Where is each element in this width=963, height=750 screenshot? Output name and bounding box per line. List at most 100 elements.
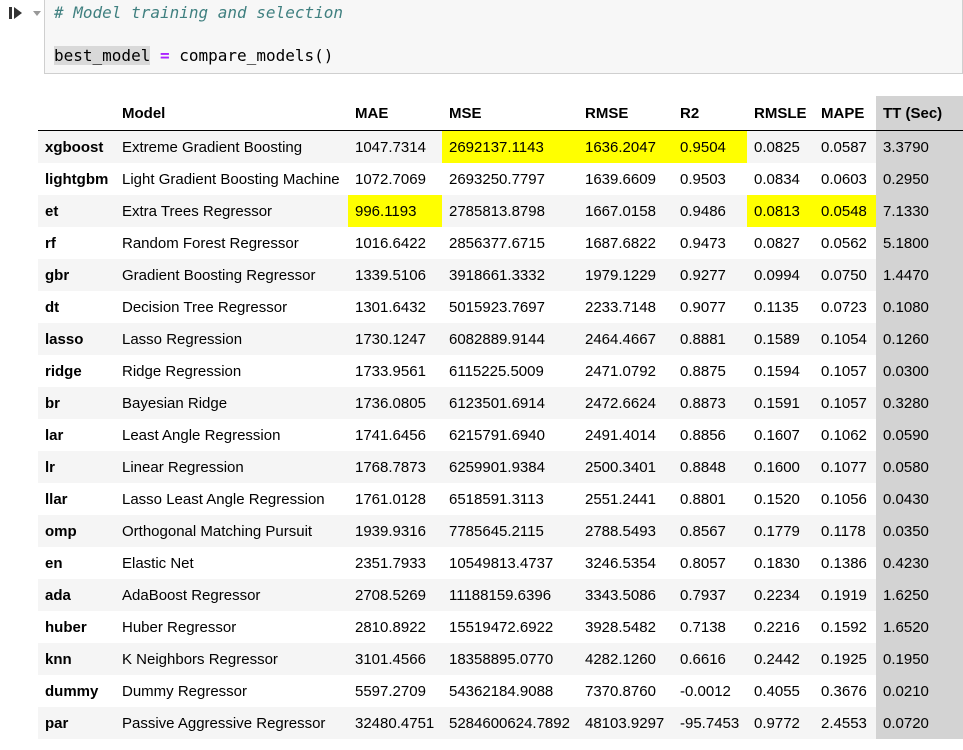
metric-cell: 0.0994 [747, 259, 814, 291]
model-name-cell: Least Angle Regression [122, 426, 281, 444]
table-row: llar Lasso Least Angle Regression 1761.012… [38, 483, 963, 515]
model-name-cell: Orthogonal Matching Pursuit [115, 515, 348, 547]
model-name-cell: Ridge Regression [122, 362, 242, 380]
metric-cell: 11188159.6396 [442, 579, 578, 611]
metric-cell: 0.6616 [673, 643, 747, 675]
row-index: llar [45, 490, 68, 508]
metric-cell: 1.6250 [876, 579, 963, 611]
metric-cell: 0.8875 [680, 362, 726, 380]
code-editor[interactable]: # Model training and selection best_mode… [44, 0, 963, 74]
metric-cell: 2464.4667 [578, 323, 673, 355]
table-row: lasso Lasso Regression 1730.1247 6082889.91… [38, 323, 963, 355]
row-index: en [45, 554, 63, 572]
table-row: lightgbm Light Gradient Boosting Machine 1… [38, 163, 963, 195]
metric-cell: 0.1950 [876, 643, 963, 675]
model-name-cell: Lasso Regression [115, 323, 348, 355]
metric-cell: 1733.9561 [355, 362, 426, 380]
metric-cell: 2810.8922 [355, 618, 426, 636]
metric-cell: 0.1386 [821, 554, 867, 572]
metric-cell: 1636.2047 [578, 130, 673, 163]
metric-cell: 0.8856 [680, 426, 726, 444]
table-row: ada AdaBoost Regressor 2708.5269 11188159.6… [38, 579, 963, 611]
metric-cell: 0.2216 [754, 618, 800, 636]
metric-cell: 18358895.0770 [442, 643, 578, 675]
metric-cell: 0.7138 [680, 618, 726, 636]
metric-cell: 1761.0128 [355, 490, 426, 508]
metric-cell: 0.3676 [821, 682, 867, 700]
column-header: MAE [348, 96, 442, 131]
metric-cell: 2.4553 [814, 707, 876, 739]
column-header: Model [115, 96, 348, 131]
metric-cell: -0.0012 [680, 682, 731, 700]
metric-cell: 0.9503 [680, 170, 726, 188]
table-row: dt Decision Tree Regressor 1301.6432 501592… [38, 291, 963, 323]
row-index: lr [38, 451, 115, 483]
cell-output: Model MAE MSE RMSE R2 RMSLE MAPE TT (Sec) xgboo… [38, 96, 963, 739]
column-header: TT (Sec) [876, 96, 963, 131]
row-index: et [38, 195, 115, 227]
code-comment: # Model training and selection [54, 3, 343, 22]
table-row: ridge Ridge Regression 1733.9561 6115225.50… [38, 355, 963, 387]
table-row: gbr Gradient Boosting Regressor 1339.5106 3… [38, 259, 963, 291]
metric-cell: 0.8057 [680, 554, 726, 572]
metric-cell: 0.1592 [821, 618, 867, 636]
metric-cell: 2693250.7797 [449, 170, 545, 188]
metric-cell: -95.7453 [673, 707, 747, 739]
metric-cell: 0.1520 [754, 490, 800, 508]
run-cell-icon[interactable] [9, 6, 23, 20]
model-name-cell: Random Forest Regressor [122, 234, 299, 252]
metric-cell: 0.9077 [680, 298, 726, 316]
metric-cell: 0.9473 [680, 234, 726, 252]
table-row: lr Linear Regression 1768.7873 6259901.9384… [38, 451, 963, 483]
model-name-cell: Light Gradient Boosting Machine [122, 170, 340, 188]
table-row: par Passive Aggressive Regressor 32480.475… [38, 707, 963, 739]
chevron-down-icon[interactable] [32, 8, 42, 18]
metric-cell: 0.4230 [876, 547, 963, 579]
column-header: MSE [442, 96, 578, 131]
metric-cell: 7785645.2115 [442, 515, 578, 547]
table-row: lar Least Angle Regression 1741.6456 621579… [38, 419, 963, 451]
metric-cell: 0.1919 [814, 579, 876, 611]
metric-cell: 0.0813 [747, 195, 814, 227]
row-index: lasso [38, 323, 115, 355]
metric-cell: 6123501.6914 [442, 387, 578, 419]
metric-cell: 3928.5482 [585, 618, 656, 636]
metric-cell: 2471.0792 [585, 362, 656, 380]
metric-cell: 6259901.9384 [442, 451, 578, 483]
metric-cell: 32480.4751 [348, 707, 442, 739]
table-row: et Extra Trees Regressor 996.1193 2785813.8… [38, 195, 963, 227]
row-index: br [38, 387, 115, 419]
metric-cell: 0.9772 [747, 707, 814, 739]
metric-cell: 0.0603 [821, 170, 867, 188]
metric-cell: 0.1600 [747, 451, 814, 483]
model-name-cell: Extra Trees Regressor [115, 195, 348, 227]
metric-cell: 0.0827 [754, 234, 800, 252]
table-row: huber Huber Regressor 2810.8922 15519472.69… [38, 611, 963, 643]
metric-cell: 0.4055 [754, 682, 800, 700]
metric-cell: 1768.7873 [348, 451, 442, 483]
metric-cell: 0.8873 [673, 387, 747, 419]
metric-cell: 0.8881 [673, 323, 747, 355]
metric-cell: 0.7937 [673, 579, 747, 611]
metric-cell: 2500.3401 [578, 451, 673, 483]
model-comparison-table: Model MAE MSE RMSE R2 RMSLE MAPE TT (Sec) xgboo… [38, 96, 963, 739]
metric-cell: 0.9504 [673, 130, 747, 163]
column-header: R2 [673, 96, 747, 131]
metric-cell: 0.8801 [680, 490, 726, 508]
column-header: RMSLE [747, 96, 814, 131]
table-row: rf Random Forest Regressor 1016.6422 285637… [38, 227, 963, 259]
row-index: dt [45, 298, 60, 316]
table-row: xgboost Extreme Gradient Boosting 1047.731… [38, 130, 963, 163]
row-index: xgboost [38, 130, 115, 163]
metric-cell: 0.9486 [673, 195, 747, 227]
metric-cell: 0.0720 [876, 707, 963, 739]
metric-cell: 0.0590 [876, 419, 963, 451]
row-index: ada [38, 579, 115, 611]
metric-cell: 0.1062 [821, 426, 867, 444]
header-index [38, 96, 115, 131]
table-row: omp Orthogonal Matching Pursuit 1939.9316 7… [38, 515, 963, 547]
row-index: dummy [45, 682, 99, 700]
metric-cell: 0.1779 [747, 515, 814, 547]
metric-cell: 0.1830 [754, 554, 800, 572]
metric-cell: 0.1591 [747, 387, 814, 419]
